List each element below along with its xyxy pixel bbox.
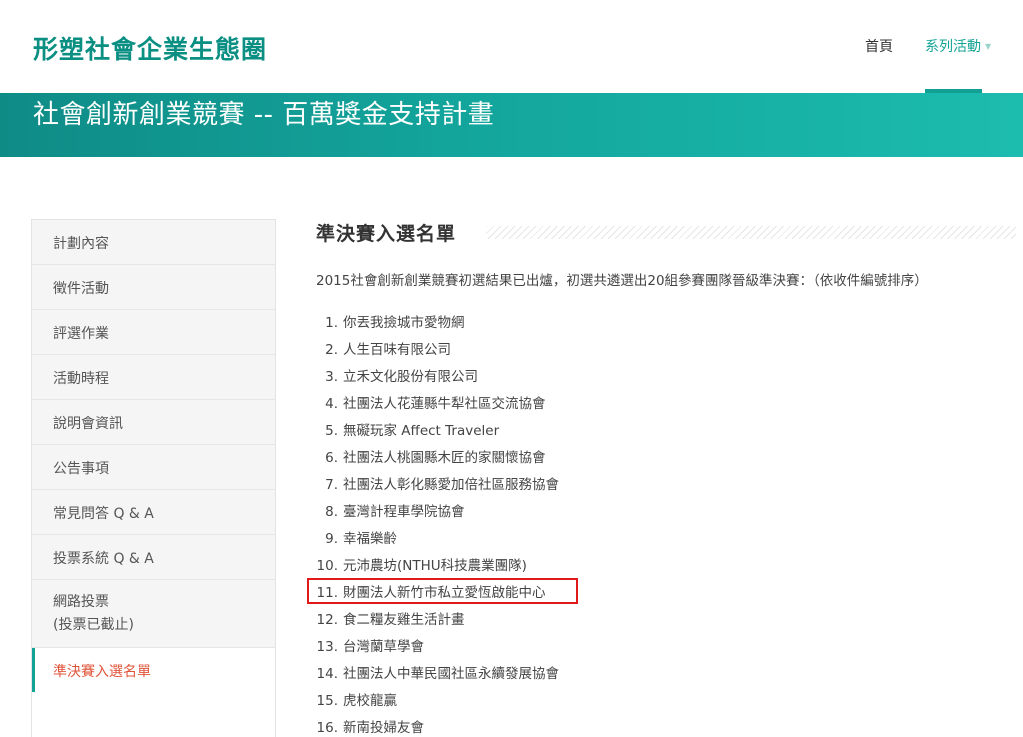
list-item: 10. 元沛農坊(NTHU科技農業團隊) <box>316 554 559 581</box>
sidebar-item-plan[interactable]: 計劃內容 <box>32 220 275 265</box>
section-title: 準決賽入選名單 <box>316 219 471 246</box>
list-item-name: 臺灣計程車學院協會 <box>343 504 465 520</box>
list-item: 4. 社團法人花蓮縣牛犁社區交流協會 <box>316 392 559 419</box>
list-item-number: 13. <box>316 639 338 655</box>
list-item-name: 元沛農坊(NTHU科技農業團隊) <box>343 558 527 574</box>
sidebar-item-review[interactable]: 評選作業 <box>32 310 275 355</box>
list-item-number: 8. <box>325 504 338 520</box>
list-item-number: 7. <box>325 477 338 493</box>
nav-series-label: 系列活動 <box>925 39 981 55</box>
list-item: 5. 無礙玩家 Affect Traveler <box>316 419 559 446</box>
list-item-number: 14. <box>316 666 338 682</box>
sidebar-item-online-voting[interactable]: 網路投票 (投票已截止) <box>32 580 275 648</box>
list-item-name: 立禾文化股份有限公司 <box>343 369 478 385</box>
list-item-name: 虎校龍贏 <box>343 693 397 709</box>
list-item-name: 無礙玩家 Affect Traveler <box>343 423 500 439</box>
sidebar-item-briefing[interactable]: 說明會資訊 <box>32 400 275 445</box>
sidebar-item-semifinal-list[interactable]: 準決賽入選名單 <box>32 648 275 693</box>
list-item-name: 台灣蘭草學會 <box>343 639 424 655</box>
nav-home[interactable]: 首頁 <box>865 36 893 56</box>
list-item: 2. 人生百味有限公司 <box>316 338 559 365</box>
list-item-name: 社團法人桃園縣木匠的家關懷協會 <box>343 450 546 466</box>
chevron-down-icon: ▼ <box>985 42 992 51</box>
list-item-number: 9. <box>325 531 338 547</box>
list-item-number: 10. <box>316 558 338 574</box>
list-item-name: 人生百味有限公司 <box>343 342 451 358</box>
list-item-number: 4. <box>325 396 338 412</box>
site-logo[interactable]: 形塑社會企業生態圈 <box>33 30 267 66</box>
sidebar-menu: 計劃內容 徵件活動 評選作業 活動時程 說明會資訊 公告事項 常見問答 Q & … <box>31 219 276 694</box>
list-item-name: 你丟我撿城市愛物網 <box>343 315 465 331</box>
highlight-box <box>307 578 578 604</box>
sidebar-item-sublabel: (投票已截止) <box>53 617 134 633</box>
list-item-name: 社團法人中華民國社區永續發展協會 <box>343 666 559 682</box>
nav-series[interactable]: 系列活動 ▼ <box>925 36 991 56</box>
list-item: 3. 立禾文化股份有限公司 <box>316 365 559 392</box>
list-item: 6. 社團法人桃園縣木匠的家關懷協會 <box>316 446 559 473</box>
list-item: 8. 臺灣計程車學院協會 <box>316 500 559 527</box>
sidebar-item-call[interactable]: 徵件活動 <box>32 265 275 310</box>
list-item-name: 食二糧友雞生活計畫 <box>343 612 465 628</box>
list-item-name: 新南投婦友會 <box>343 720 424 736</box>
list-item: 15. 虎校龍贏 <box>316 689 559 716</box>
list-item-number: 5. <box>325 423 338 439</box>
list-item: 16. 新南投婦友會 <box>316 716 559 737</box>
list-item-number: 6. <box>325 450 338 466</box>
list-item-name: 幸福樂齡 <box>343 531 397 547</box>
list-item-number: 2. <box>325 342 338 358</box>
list-item-number: 3. <box>325 369 338 385</box>
site-header: 形塑社會企業生態圈 首頁 系列活動 ▼ <box>0 0 1023 93</box>
section-header: 準決賽入選名單 <box>316 219 1016 249</box>
list-item: 7. 社團法人彰化縣愛加倍社區服務協會 <box>316 473 559 500</box>
list-item-number: 16. <box>316 720 338 736</box>
main-content: 準決賽入選名單 2015社會創新創業競賽初選結果已出爐，初選共遴選出20組參賽團… <box>316 219 1016 736</box>
sidebar-item-announcements[interactable]: 公告事項 <box>32 445 275 490</box>
sidebar-item-faq[interactable]: 常見問答 Q & A <box>32 490 275 535</box>
finalist-list: 1. 你丟我撿城市愛物網 2. 人生百味有限公司 3. 立禾文化股份有限公司 4. 社團… <box>316 311 559 737</box>
page-title: 社會創新創業競賽 -- 百萬獎金支持計畫 <box>33 100 495 130</box>
sidebar-item-schedule[interactable]: 活動時程 <box>32 355 275 400</box>
sidebar-border-tail <box>31 692 276 737</box>
list-item: 9. 幸福樂齡 <box>316 527 559 554</box>
list-item: 12. 食二糧友雞生活計畫 <box>316 608 559 635</box>
list-item-name: 社團法人彰化縣愛加倍社區服務協會 <box>343 477 559 493</box>
intro-text: 2015社會創新創業競賽初選結果已出爐，初選共遴選出20組參賽團隊晉級準決賽：（… <box>316 273 928 289</box>
section-divider <box>486 226 1016 239</box>
page-banner: 社會創新創業競賽 -- 百萬獎金支持計畫 <box>0 93 1023 157</box>
list-item: 13. 台灣蘭草學會 <box>316 635 559 662</box>
list-item: 1. 你丟我撿城市愛物網 <box>316 311 559 338</box>
sidebar-item-voting-faq[interactable]: 投票系統 Q & A <box>32 535 275 580</box>
sidebar-item-label: 網路投票 <box>53 594 109 610</box>
list-item-number: 1. <box>325 315 338 331</box>
list-item-number: 15. <box>316 693 338 709</box>
list-item-number: 12. <box>316 612 338 628</box>
list-item-name: 社團法人花蓮縣牛犁社區交流協會 <box>343 396 546 412</box>
list-item: 14. 社團法人中華民國社區永續發展協會 <box>316 662 559 689</box>
